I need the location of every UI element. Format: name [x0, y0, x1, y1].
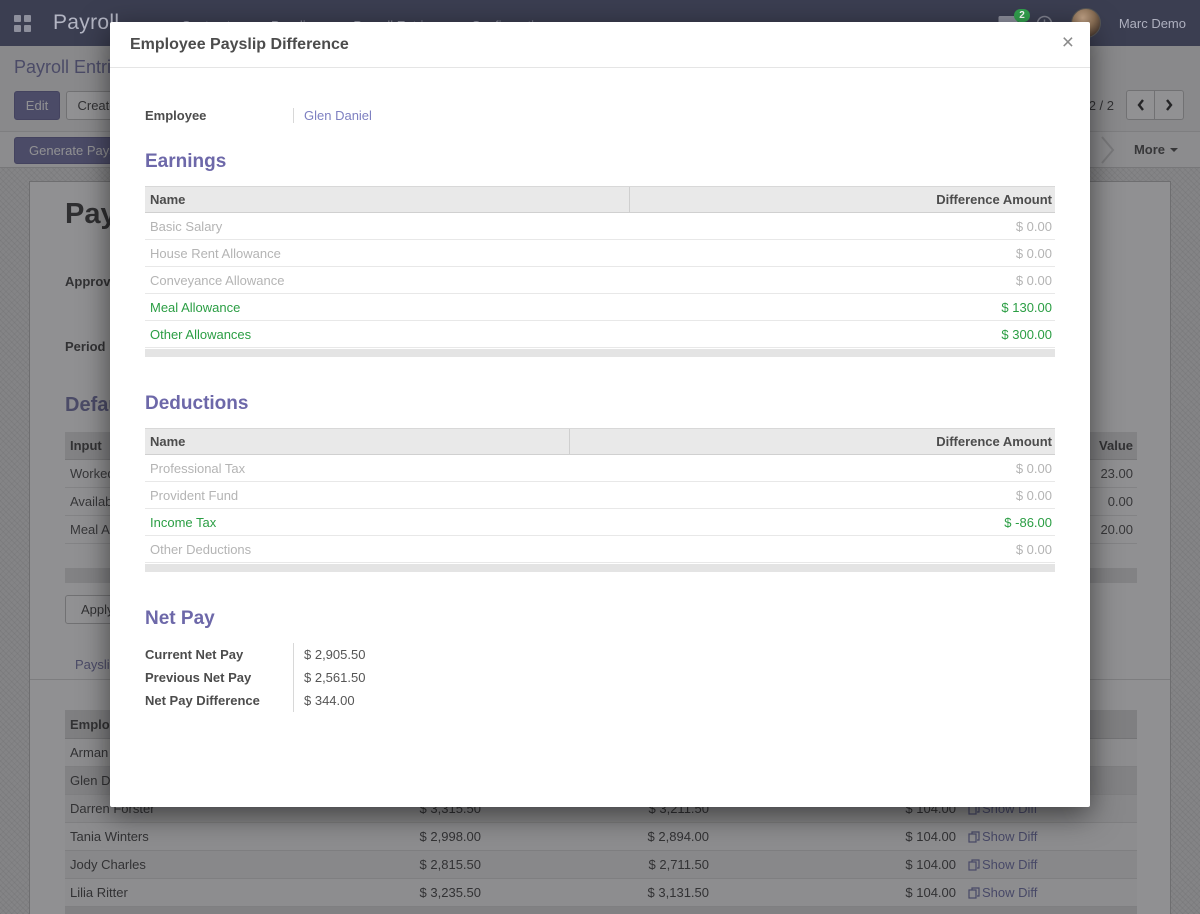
close-icon[interactable]: ×	[1062, 32, 1074, 53]
earnings-heading: Earnings	[145, 151, 1055, 173]
difference-amount: $ 0.00	[570, 542, 1055, 557]
deductions-row[interactable]: Professional Tax $ 0.00	[145, 455, 1055, 482]
rule-name: Professional Tax	[145, 461, 570, 476]
net-pay-row: Previous Net Pay $ 2,561.50	[145, 666, 1055, 689]
rule-name: Meal Allowance	[145, 300, 630, 315]
net-pay-value: $ 2,905.50	[293, 643, 513, 666]
earnings-row[interactable]: House Rent Allowance $ 0.00	[145, 240, 1055, 267]
net-pay-value: $ 2,561.50	[293, 666, 513, 689]
messages-badge: 2	[1014, 9, 1030, 22]
net-pay-row: Current Net Pay $ 2,905.50	[145, 643, 1055, 666]
deductions-table-header: Name Difference Amount	[145, 428, 1055, 455]
net-pay-value: $ 344.00	[293, 689, 513, 712]
net-pay-row: Net Pay Difference $ 344.00	[145, 689, 1055, 712]
deductions-heading: Deductions	[145, 393, 1055, 415]
screen: Payroll Contracts Payslips Payroll Entri…	[0, 0, 1200, 914]
employee-field-value[interactable]: Glen Daniel	[293, 108, 513, 123]
earnings-row[interactable]: Conveyance Allowance $ 0.00	[145, 267, 1055, 294]
net-pay-label: Previous Net Pay	[145, 666, 293, 689]
difference-amount: $ 0.00	[630, 219, 1055, 234]
rule-name: Conveyance Allowance	[145, 273, 630, 288]
deductions-section: Deductions Name Difference Amount Profes…	[145, 393, 1055, 572]
earnings-table: Name Difference Amount Basic Salary $ 0.…	[145, 186, 1055, 357]
difference-amount: $ 300.00	[630, 327, 1055, 342]
deductions-row[interactable]: Income Tax $ -86.00	[145, 509, 1055, 536]
net-pay-label: Net Pay Difference	[145, 689, 293, 712]
employee-payslip-difference-modal: Employee Payslip Difference × Employee G…	[110, 22, 1090, 807]
employee-field-label: Employee	[145, 108, 293, 123]
deductions-row[interactable]: Provident Fund $ 0.00	[145, 482, 1055, 509]
difference-amount-column-header: Difference Amount	[630, 192, 1055, 207]
modal-header: Employee Payslip Difference ×	[110, 22, 1090, 68]
rule-name: Other Deductions	[145, 542, 570, 557]
deductions-table: Name Difference Amount Professional Tax …	[145, 428, 1055, 572]
deductions-row[interactable]: Other Deductions $ 0.00	[145, 536, 1055, 563]
difference-amount-column-header: Difference Amount	[570, 434, 1055, 449]
net-pay-label: Current Net Pay	[145, 643, 293, 666]
rule-name: Other Allowances	[145, 327, 630, 342]
difference-amount: $ -86.00	[570, 515, 1055, 530]
difference-amount: $ 0.00	[570, 488, 1055, 503]
difference-amount: $ 0.00	[630, 273, 1055, 288]
modal-title: Employee Payslip Difference	[130, 36, 349, 54]
net-pay-heading: Net Pay	[145, 608, 1055, 630]
employee-field-row: Employee Glen Daniel	[145, 108, 1055, 123]
modal-body: Employee Glen Daniel Earnings Name Diffe…	[110, 68, 1090, 712]
name-column-header: Name	[145, 429, 570, 454]
earnings-row[interactable]: Basic Salary $ 0.00	[145, 213, 1055, 240]
rule-name: House Rent Allowance	[145, 246, 630, 261]
rule-name: Income Tax	[145, 515, 570, 530]
rule-name: Basic Salary	[145, 219, 630, 234]
apps-grid-icon[interactable]	[14, 15, 31, 32]
difference-amount: $ 0.00	[630, 246, 1055, 261]
earnings-row[interactable]: Other Allowances $ 300.00	[145, 321, 1055, 348]
earnings-row[interactable]: Meal Allowance $ 130.00	[145, 294, 1055, 321]
earnings-table-footer	[145, 349, 1055, 357]
net-pay-section: Net Pay Current Net Pay $ 2,905.50 Previ…	[145, 608, 1055, 712]
user-name[interactable]: Marc Demo	[1119, 16, 1186, 31]
deductions-table-footer	[145, 564, 1055, 572]
difference-amount: $ 130.00	[630, 300, 1055, 315]
earnings-table-header: Name Difference Amount	[145, 186, 1055, 213]
difference-amount: $ 0.00	[570, 461, 1055, 476]
rule-name: Provident Fund	[145, 488, 570, 503]
earnings-section: Earnings Name Difference Amount Basic Sa…	[145, 151, 1055, 357]
name-column-header: Name	[145, 187, 630, 212]
